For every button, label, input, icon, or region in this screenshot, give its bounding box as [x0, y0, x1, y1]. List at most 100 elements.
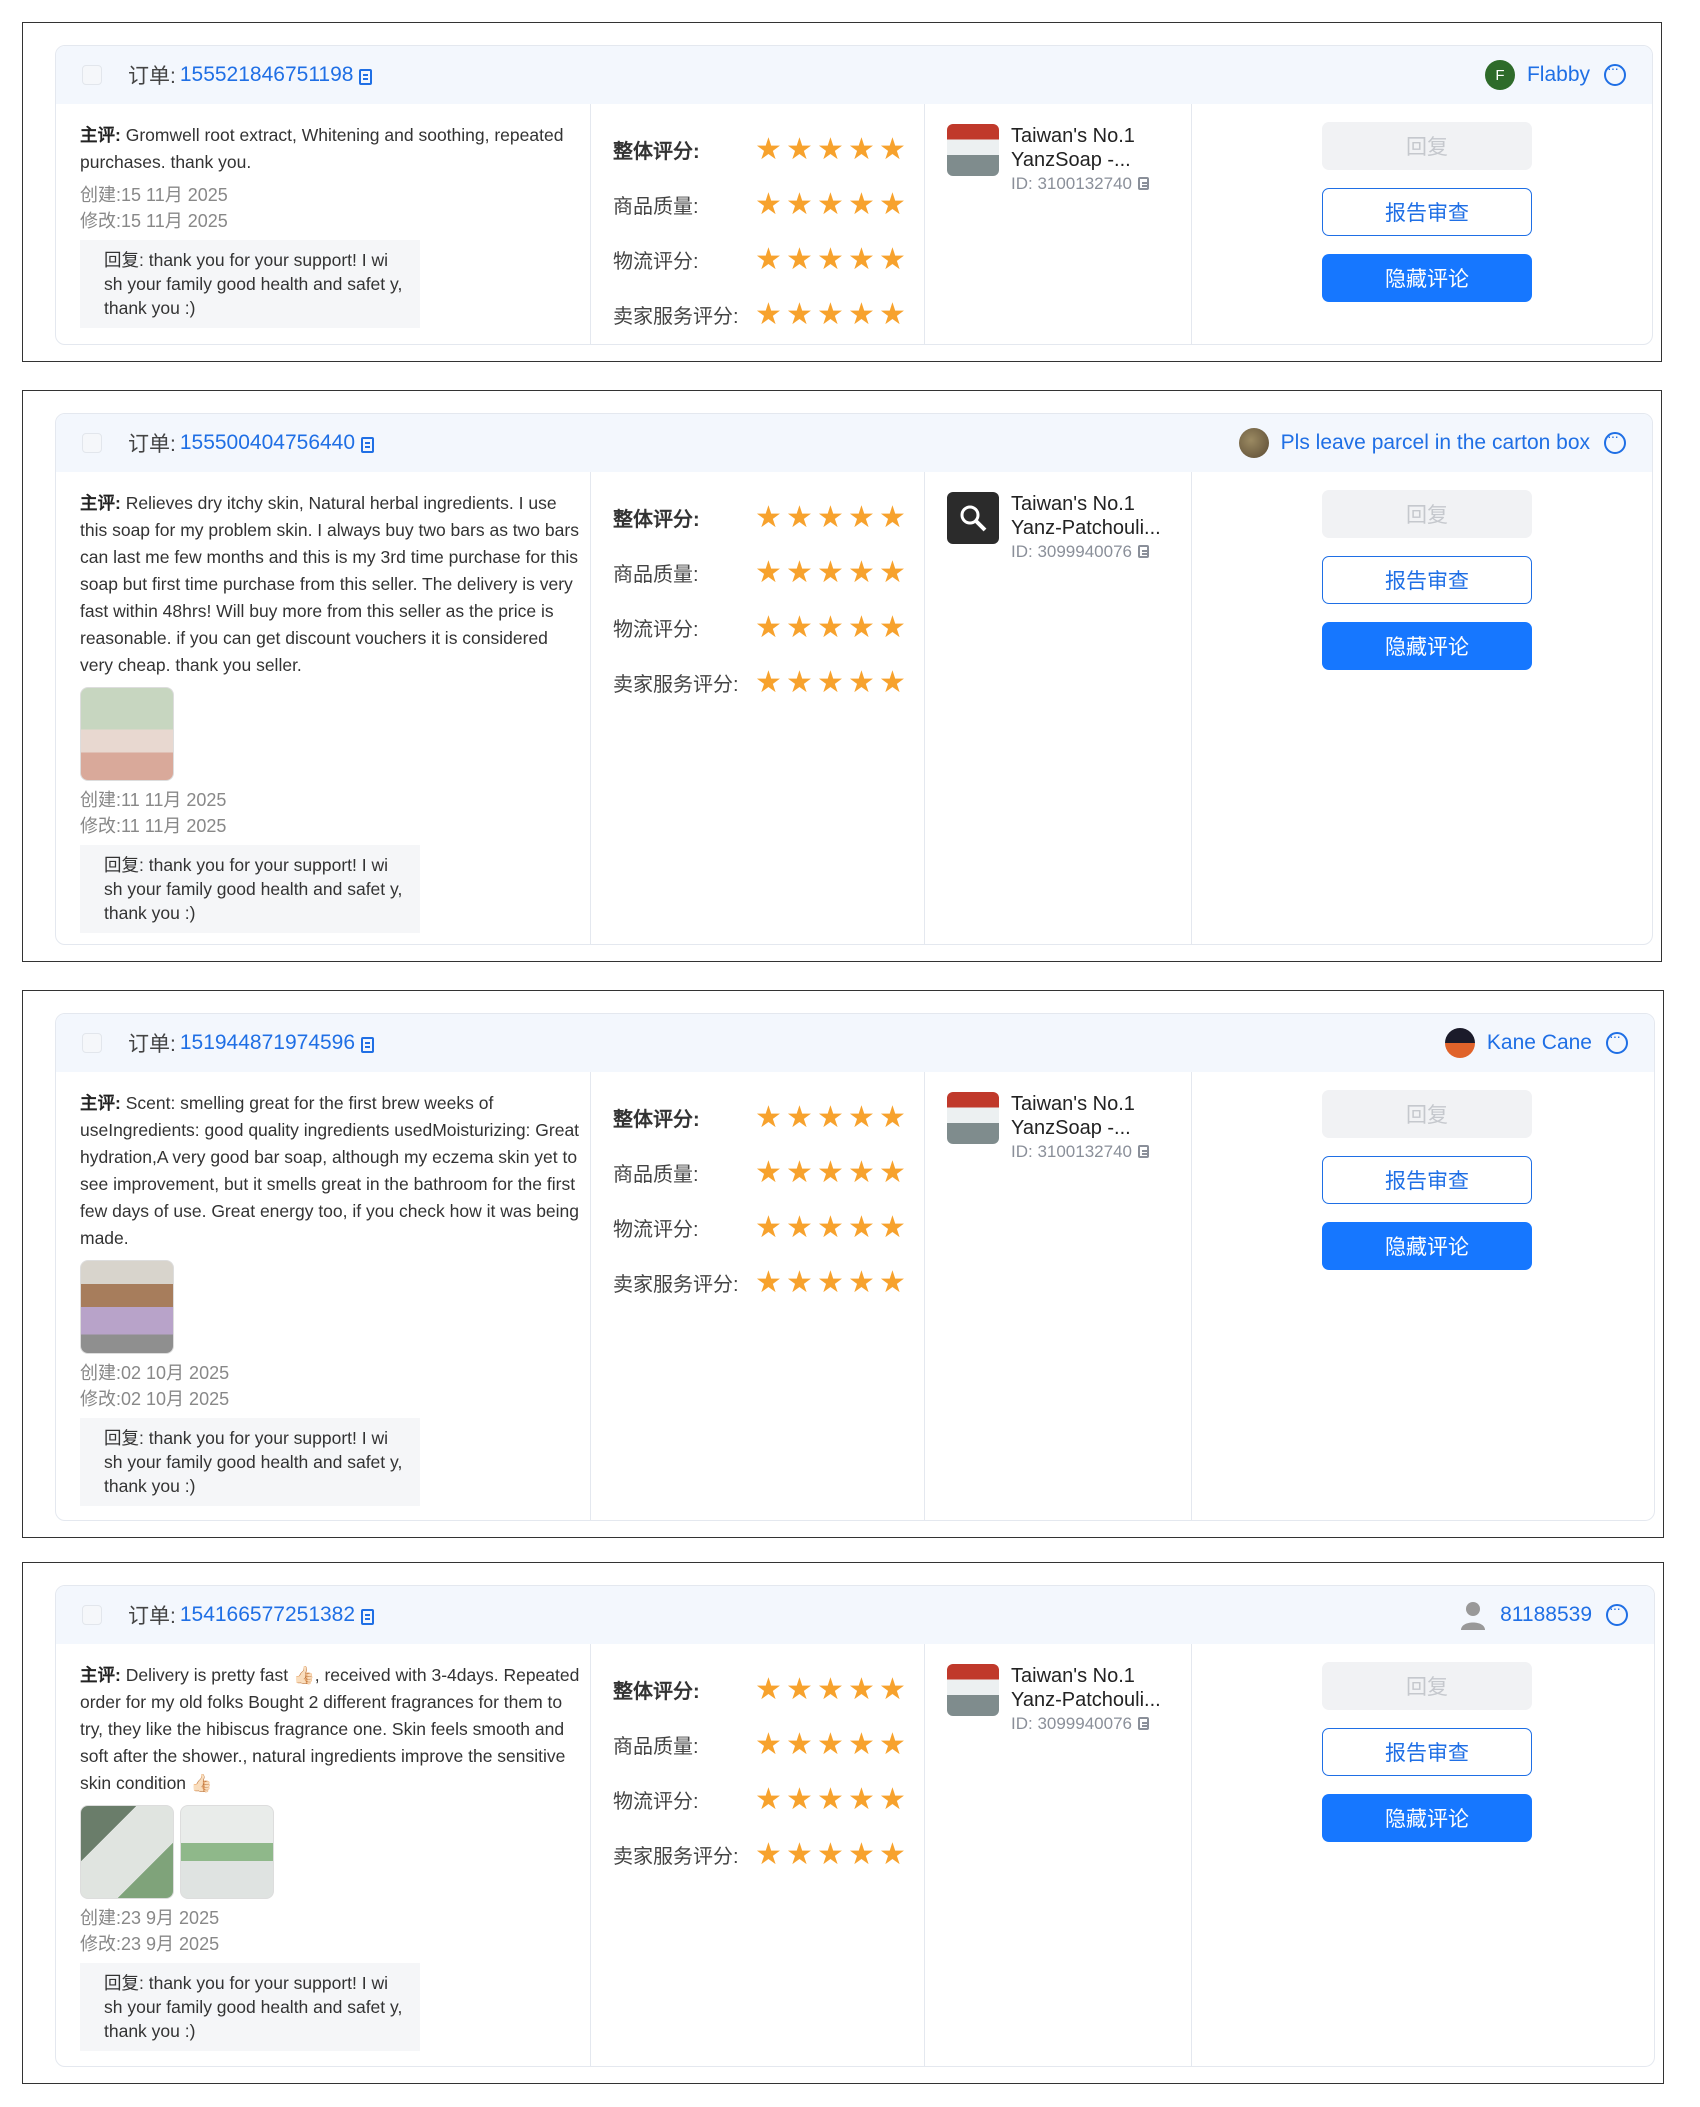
review-image[interactable] — [80, 1805, 174, 1899]
seller-reply: 回复: thank you for your support! I wi sh … — [80, 1418, 420, 1506]
review-images — [80, 687, 590, 781]
actions-column: 回复 报告审查 隐藏评论 — [1192, 104, 1652, 344]
avatar — [1444, 1028, 1475, 1058]
star-icon: ★ — [848, 1728, 875, 1761]
copy-icon[interactable] — [361, 437, 375, 453]
product-thumbnail[interactable] — [947, 124, 999, 176]
star-icon: ★ — [755, 666, 782, 699]
star-icon: ★ — [848, 501, 875, 534]
star-icon: ★ — [817, 1266, 844, 1299]
star-rating: ★ ★ ★ ★ ★ — [755, 558, 906, 588]
star-icon: ★ — [879, 1211, 906, 1244]
product-id: ID: 3099940076 — [1011, 542, 1161, 562]
chat-icon[interactable] — [1606, 1600, 1628, 1626]
star-icon: ★ — [755, 133, 782, 166]
star-icon: ★ — [848, 1101, 875, 1134]
report-review-button[interactable]: 报告审查 — [1322, 188, 1532, 236]
hide-review-button[interactable]: 隐藏评论 — [1322, 254, 1532, 302]
order-number-link[interactable]: 151944871974596 — [180, 1031, 355, 1055]
reply-button[interactable]: 回复 — [1322, 1090, 1532, 1138]
product-info[interactable]: Taiwan's No.1 YanzSoap -... ID: 31001327… — [947, 124, 1191, 194]
copy-icon[interactable] — [361, 1609, 375, 1625]
review-image[interactable] — [180, 1805, 274, 1899]
copy-icon[interactable] — [1138, 1145, 1149, 1158]
rating-quality: 商品质量: ★ ★ ★ ★ ★ — [613, 188, 906, 221]
order-number-link[interactable]: 155500404756440 — [180, 431, 355, 455]
reply-button[interactable]: 回复 — [1322, 122, 1532, 170]
review-content-column: 主评: Gromwell root extract, Whitening and… — [56, 104, 591, 344]
select-checkbox[interactable] — [82, 65, 102, 85]
hide-review-button[interactable]: 隐藏评论 — [1322, 1222, 1532, 1270]
product-thumbnail[interactable] — [947, 1664, 999, 1716]
star-icon: ★ — [817, 133, 844, 166]
star-icon: ★ — [786, 1783, 813, 1816]
copy-icon[interactable] — [1138, 177, 1149, 190]
order-number-link[interactable]: 154166577251382 — [180, 1603, 355, 1627]
product-info[interactable]: Taiwan's No.1 Yanz-Patchouli... ID: 3099… — [947, 1664, 1191, 1734]
review-image[interactable] — [80, 1260, 174, 1354]
select-checkbox[interactable] — [82, 1033, 102, 1053]
buyer-name-link[interactable]: Flabby — [1527, 63, 1590, 87]
star-icon: ★ — [786, 1101, 813, 1134]
product-thumbnail-placeholder[interactable] — [947, 492, 999, 544]
modified-date: 11 11月 2025 — [121, 816, 227, 836]
star-icon: ★ — [879, 501, 906, 534]
star-rating: ★ ★ ★ ★ ★ — [755, 298, 906, 331]
review-block: 订单: 151944871974596 Kane Cane 主评: Scent:… — [22, 990, 1664, 1538]
star-icon: ★ — [755, 298, 782, 331]
product-id: ID: 3100132740 — [1011, 1142, 1161, 1162]
star-icon: ★ — [755, 611, 782, 644]
reply-button[interactable]: 回复 — [1322, 1662, 1532, 1710]
star-icon: ★ — [755, 501, 782, 534]
review-dates: 创建:15 11月 2025 修改:15 11月 2025 — [80, 185, 228, 231]
star-icon: ★ — [848, 188, 875, 221]
star-icon: ★ — [848, 243, 875, 276]
buyer-name-link[interactable]: Pls leave parcel in the carton box — [1281, 431, 1590, 455]
chat-icon[interactable] — [1606, 1028, 1628, 1054]
product-title: Taiwan's No.1 — [1011, 1665, 1135, 1687]
review-image[interactable] — [80, 687, 174, 781]
order-label: 订单: — [128, 1605, 176, 1628]
star-icon: ★ — [879, 1728, 906, 1761]
seller-reply: 回复: thank you for your support! I wi sh … — [80, 240, 420, 328]
copy-icon[interactable] — [361, 1037, 375, 1053]
star-icon: ★ — [817, 188, 844, 221]
order-label: 订单: — [128, 65, 176, 88]
copy-icon[interactable] — [359, 69, 373, 85]
ratings-column: 整体评分: ★ ★ ★ ★ ★ 商品质量: ★ ★ ★ ★ ★ 物流评分: ★ ★ ★ ★ ★ 卖家服务评分:… — [591, 1072, 925, 1520]
copy-icon[interactable] — [1138, 1717, 1149, 1730]
buyer-name-link[interactable]: Kane Cane — [1487, 1031, 1592, 1055]
product-title: Taiwan's No.1 — [1011, 1093, 1135, 1115]
created-date: 02 10月 2025 — [121, 1363, 230, 1383]
report-review-button[interactable]: 报告审查 — [1322, 1156, 1532, 1204]
product-column: Taiwan's No.1 Yanz-Patchouli... ID: 3099… — [925, 1644, 1192, 2066]
copy-icon[interactable] — [1138, 545, 1149, 558]
main-review: 主评: Gromwell root extract, Whitening and… — [80, 125, 564, 172]
rating-logistics: 物流评分: ★ ★ ★ ★ ★ — [613, 1783, 906, 1816]
star-rating: ★ ★ ★ ★ ★ — [755, 1158, 906, 1188]
report-review-button[interactable]: 报告审查 — [1322, 556, 1532, 604]
product-thumbnail[interactable] — [947, 1092, 999, 1144]
reply-button[interactable]: 回复 — [1322, 490, 1532, 538]
product-info[interactable]: Taiwan's No.1 YanzSoap -... ID: 31001327… — [947, 1092, 1191, 1162]
star-rating: ★ ★ ★ ★ ★ — [755, 1675, 906, 1705]
product-info[interactable]: Taiwan's No.1 Yanz-Patchouli... ID: 3099… — [947, 492, 1191, 562]
review-card: 订单: 155500404756440 Pls leave parcel in … — [55, 413, 1653, 945]
order-number-link[interactable]: 155521846751198 — [180, 63, 354, 87]
user-icon — [1458, 1600, 1488, 1630]
actions-column: 回复 报告审查 隐藏评论 — [1192, 1072, 1654, 1520]
select-checkbox[interactable] — [82, 1605, 102, 1625]
chat-icon[interactable] — [1604, 428, 1626, 454]
star-icon: ★ — [817, 1838, 844, 1871]
rating-overall: 整体评分: ★ ★ ★ ★ ★ — [613, 133, 906, 166]
report-review-button[interactable]: 报告审查 — [1322, 1728, 1532, 1776]
chat-icon[interactable] — [1604, 60, 1626, 86]
select-checkbox[interactable] — [82, 433, 102, 453]
star-rating: ★ ★ ★ ★ ★ — [755, 243, 906, 276]
actions-column: 回复 报告审查 隐藏评论 — [1192, 472, 1652, 944]
hide-review-button[interactable]: 隐藏评论 — [1322, 1794, 1532, 1842]
hide-review-button[interactable]: 隐藏评论 — [1322, 622, 1532, 670]
review-content-column: 主评: Scent: smelling great for the first … — [56, 1072, 591, 1520]
created-date: 23 9月 2025 — [121, 1908, 220, 1928]
buyer-name-link[interactable]: 81188539 — [1500, 1603, 1592, 1627]
